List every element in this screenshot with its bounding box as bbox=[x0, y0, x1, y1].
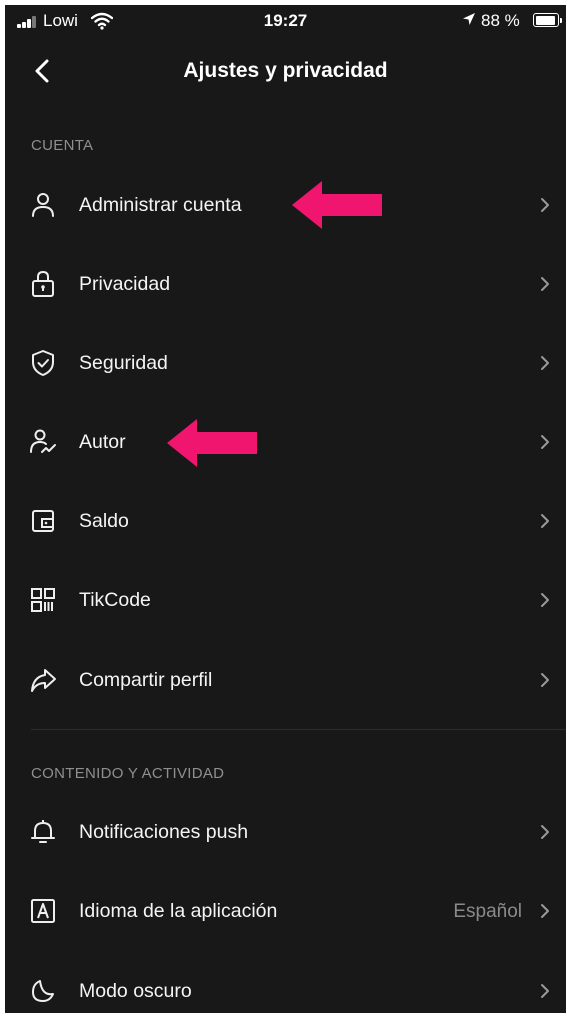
settings-item-label: Compartir perfil bbox=[79, 669, 213, 691]
settings-item-autor[interactable]: Autor bbox=[5, 412, 566, 472]
settings-item-label: Autor bbox=[79, 431, 126, 453]
chevron-right-icon bbox=[541, 514, 549, 528]
chevron-right-icon bbox=[541, 904, 549, 918]
settings-item-label: TikCode bbox=[79, 589, 151, 611]
annotation-arrow bbox=[292, 181, 382, 229]
page-title: Ajustes y privacidad bbox=[183, 59, 388, 82]
section-header-cuenta: CUENTA bbox=[31, 137, 94, 154]
chevron-right-icon bbox=[541, 984, 549, 998]
settings-item-label: Saldo bbox=[79, 510, 129, 532]
navigation-bar: Ajustes y privacidad bbox=[5, 45, 566, 95]
status-bar: Lowi 19:27 88 % bbox=[5, 5, 566, 39]
chevron-right-icon bbox=[541, 593, 549, 607]
wallet-icon bbox=[32, 510, 54, 532]
chevron-right-icon bbox=[541, 825, 549, 839]
settings-item-saldo[interactable]: Saldo bbox=[5, 491, 566, 551]
share-icon bbox=[31, 669, 56, 692]
settings-item-administrar-cuenta[interactable]: Administrar cuenta bbox=[5, 175, 566, 235]
settings-item-notificaciones-push[interactable]: Notificaciones push bbox=[5, 802, 566, 862]
language-icon bbox=[31, 899, 55, 923]
chevron-right-icon bbox=[541, 673, 549, 687]
creator-icon bbox=[30, 429, 56, 453]
settings-item-privacidad[interactable]: Privacidad bbox=[5, 254, 566, 314]
chevron-right-icon bbox=[541, 277, 549, 291]
settings-screen: Lowi 19:27 88 % Ajustes y privacidad CUE… bbox=[5, 5, 566, 1013]
settings-item-label: Administrar cuenta bbox=[79, 194, 242, 216]
bell-icon bbox=[31, 820, 55, 843]
settings-item-label: Privacidad bbox=[79, 273, 171, 295]
settings-item-compartir-perfil[interactable]: Compartir perfil bbox=[5, 650, 566, 710]
chevron-right-icon bbox=[541, 198, 549, 212]
section-divider bbox=[31, 729, 566, 730]
chevron-right-icon bbox=[541, 356, 549, 370]
section-header-contenido: CONTENIDO Y ACTIVIDAD bbox=[31, 765, 225, 782]
settings-item-seguridad[interactable]: Seguridad bbox=[5, 333, 566, 393]
shield-icon bbox=[32, 350, 54, 376]
settings-item-tikcode[interactable]: TikCode bbox=[5, 570, 566, 630]
battery-percentage: 88 % bbox=[481, 11, 520, 30]
settings-item-label: Modo oscuro bbox=[79, 980, 192, 1002]
language-value: Español bbox=[453, 901, 522, 922]
settings-item-modo-oscuro[interactable]: Modo oscuro bbox=[5, 961, 566, 1013]
moon-icon bbox=[32, 980, 54, 1002]
settings-item-label: Idioma de la aplicación bbox=[79, 900, 278, 922]
chevron-right-icon bbox=[541, 435, 549, 449]
settings-item-label: Notificaciones push bbox=[79, 821, 249, 843]
battery-icon bbox=[533, 13, 562, 27]
annotation-arrow bbox=[167, 419, 257, 467]
settings-item-label: Seguridad bbox=[79, 352, 168, 374]
person-icon bbox=[32, 193, 54, 217]
location-arrow-icon bbox=[463, 13, 475, 25]
lock-icon bbox=[32, 270, 54, 297]
qr-code-icon bbox=[31, 588, 55, 612]
settings-item-idioma[interactable]: Idioma de la aplicación Español bbox=[5, 881, 566, 941]
